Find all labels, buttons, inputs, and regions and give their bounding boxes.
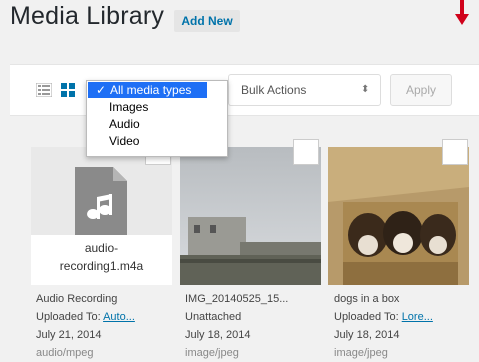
add-new-button[interactable]: Add New: [174, 10, 240, 32]
audio-file-icon: [75, 167, 127, 237]
media-meta-dogs: dogs in a box Uploaded To: Lore... July …: [334, 293, 433, 359]
media-item-photo[interactable]: [180, 147, 321, 285]
audio-filename: audio- recording1.m4a: [31, 235, 172, 285]
bulk-actions-select[interactable]: Bulk Actions ⬍: [228, 74, 381, 106]
media-type-filter-dropdown[interactable]: ✓ All media types Images Audio Video: [86, 80, 228, 157]
select-checkbox[interactable]: [293, 139, 319, 165]
select-checkbox[interactable]: [442, 139, 468, 165]
media-item-dogs[interactable]: [328, 147, 469, 285]
dogs-photo-thumbnail: [328, 147, 469, 285]
media-meta-audio: Audio Recording Uploaded To: Auto... Jul…: [36, 293, 135, 359]
apply-button[interactable]: Apply: [390, 74, 452, 106]
filter-option-audio[interactable]: Audio: [87, 116, 227, 132]
building-photo-thumbnail: [180, 147, 321, 285]
grid-view-icon[interactable]: [61, 83, 75, 97]
filter-option-images[interactable]: Images: [87, 99, 227, 115]
arrow-down-icon: [455, 0, 469, 25]
filter-option-video[interactable]: Video: [87, 133, 227, 149]
media-meta-photo: IMG_20140525_15... Unattached July 18, 2…: [185, 293, 289, 359]
page-title: Media Library: [10, 2, 165, 30]
uploaded-to-link[interactable]: Auto...: [103, 311, 135, 323]
filter-option-all[interactable]: ✓ All media types: [88, 82, 207, 98]
list-view-icon[interactable]: [36, 83, 52, 97]
uploaded-to-link[interactable]: Lore...: [402, 311, 433, 323]
checkmark-icon: ✓: [96, 83, 107, 97]
select-arrows-icon: ⬍: [361, 84, 370, 95]
media-item-audio[interactable]: audio- recording1.m4a: [31, 147, 172, 285]
